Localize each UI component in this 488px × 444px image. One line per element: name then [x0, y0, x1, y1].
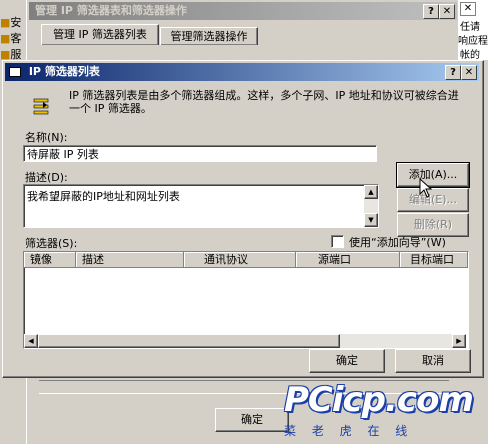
right-item: 任请: [460, 22, 480, 33]
scroll-left-icon[interactable]: ◀: [24, 334, 38, 348]
dialog-window-icon: [9, 67, 21, 77]
name-label: 名称(N):: [25, 131, 68, 144]
list-horizontal-scrollbar[interactable]: ◀ ▶: [24, 334, 466, 348]
scroll-down-icon[interactable]: ▼: [364, 213, 378, 227]
filter-list-view[interactable]: 镜像 描述 通讯协议 源端口 目标端口 ◀ ▶: [23, 251, 469, 349]
right-item: 响应程: [458, 36, 488, 47]
column-header-source-port[interactable]: 源端口: [296, 252, 400, 268]
column-header-mirror[interactable]: 镜像: [24, 252, 76, 268]
help-icon[interactable]: ?: [423, 4, 439, 19]
right-item: 帐的: [460, 50, 480, 61]
watermark-subtitle: 菜 老 虎 在 线: [284, 424, 414, 438]
cancel-button[interactable]: 取消: [395, 349, 471, 373]
watermark-logo: PCicp.com 菜 老 虎 在 线: [272, 380, 474, 440]
wizard-checkbox[interactable]: [331, 235, 344, 248]
edit-button[interactable]: 编辑(E)...: [397, 188, 469, 212]
left-item[interactable]: ■安: [0, 14, 21, 30]
close-icon[interactable]: ✕: [439, 4, 455, 19]
name-input[interactable]: 待屏蔽 IP 列表: [23, 145, 377, 162]
bg-window-title: 管理 IP 筛选器表和筛选器操作: [35, 4, 187, 17]
column-header-dest-port[interactable]: 目标端口: [400, 252, 468, 268]
left-item[interactable]: ■客: [0, 30, 21, 46]
dialog-title: IP 筛选器列表: [28, 65, 100, 78]
add-button[interactable]: 添加(A)...: [396, 162, 470, 188]
description-label: 描述(D):: [25, 171, 68, 184]
description-textarea[interactable]: 我希望屏蔽的IP地址和网址列表 ▲ ▼: [23, 184, 379, 228]
scroll-right-icon[interactable]: ▶: [452, 334, 466, 348]
bg-window-titlebar: 管理 IP 筛选器表和筛选器操作 ? ✕: [29, 2, 457, 20]
mouse-cursor-icon: [419, 177, 433, 198]
left-strip: ■安 ■客 ■服: [0, 14, 26, 64]
ok-button[interactable]: 确定: [309, 349, 385, 373]
right-close-icon[interactable]: ✕: [460, 2, 476, 16]
close-icon[interactable]: ✕: [461, 65, 477, 80]
ip-filter-list-dialog: IP 筛选器列表 ? ✕ IP 筛选器列表是由多个筛选器组成。这样，多个子网、I…: [2, 60, 484, 378]
dialog-titlebar: IP 筛选器列表 ? ✕: [5, 63, 479, 81]
dialog-description: IP 筛选器列表是由多个筛选器组成。这样，多个子网、IP 地址和协议可被综合进一…: [69, 89, 459, 115]
wizard-label: 使用“添加向导”(W): [349, 236, 446, 249]
bg-tab-1[interactable]: 管理 IP 筛选器列表: [41, 24, 159, 45]
bg-tab-2[interactable]: 管理筛选器操作: [160, 27, 258, 45]
description-scrollbar[interactable]: ▲ ▼: [364, 185, 378, 227]
filters-label: 筛选器(S):: [25, 237, 78, 250]
watermark-brand: PCicp.com: [284, 380, 474, 420]
scroll-thumb[interactable]: [38, 334, 340, 348]
right-strip: ✕ 任请 响应程 帐的: [458, 0, 488, 61]
column-header-description[interactable]: 描述: [76, 252, 184, 268]
scroll-up-icon[interactable]: ▲: [364, 185, 378, 199]
help-icon[interactable]: ?: [445, 65, 461, 80]
filter-list-icon: [33, 97, 49, 119]
column-header-protocol[interactable]: 通讯协议: [184, 252, 296, 268]
